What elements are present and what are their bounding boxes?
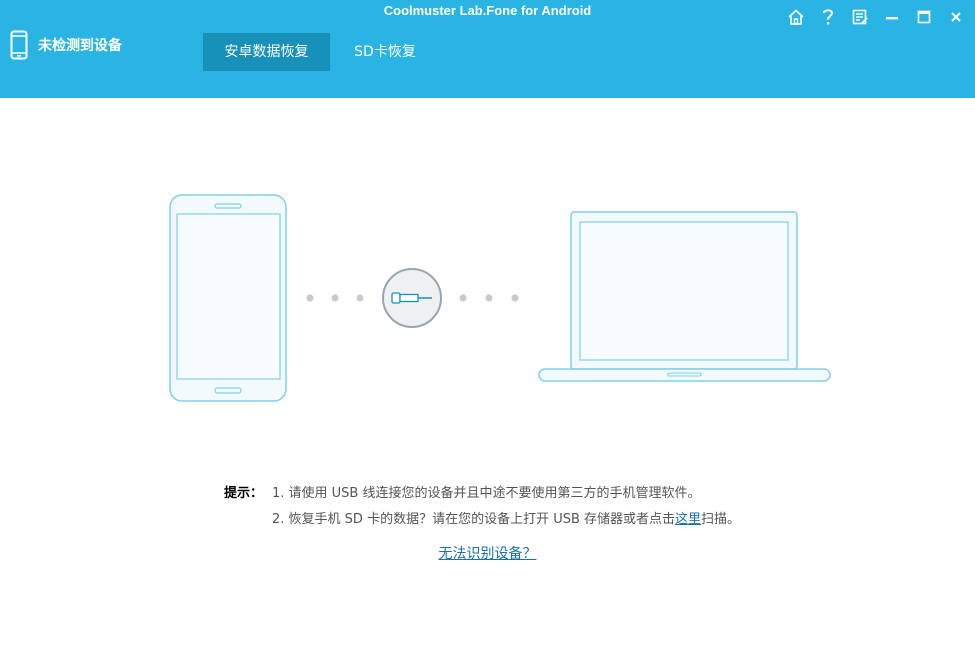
phone-icon	[10, 30, 28, 60]
title-bar: Coolmuster Lab.Fone for Android 未检测到设备 安…	[0, 0, 975, 98]
tips-label: 提示：	[224, 486, 264, 501]
window-controls	[775, 6, 967, 28]
device-status: 未检测到设备	[10, 30, 122, 60]
cannot-detect-device-link[interactable]: 无法识别设备？	[439, 546, 537, 562]
tab-sd-card-recovery[interactable]: SD卡恢复	[340, 33, 430, 71]
feedback-icon[interactable]	[849, 6, 871, 28]
connection-dots-left	[306, 294, 364, 302]
tip-line-2: 2. 恢复手机 SD 卡的数据？请在您的设备上打开 USB 存储器或者点击这里扫…	[272, 508, 740, 527]
close-icon[interactable]	[945, 6, 967, 28]
laptop-illustration	[538, 211, 831, 382]
maximize-icon[interactable]	[913, 6, 935, 28]
home-icon[interactable]	[785, 6, 807, 28]
tip-line-1: 1. 请使用 USB 线连接您的设备并且中途不要使用第三方的手机管理软件。	[272, 486, 701, 501]
tab-android-recovery[interactable]: 安卓数据恢复	[203, 33, 330, 71]
usb-cable-icon	[382, 268, 442, 328]
phone-illustration	[169, 194, 287, 402]
help-icon[interactable]	[817, 6, 839, 28]
minimize-icon[interactable]	[881, 6, 903, 28]
device-status-label: 未检测到设备	[38, 38, 122, 54]
connection-dots-right	[459, 294, 519, 302]
scan-here-link[interactable]: 这里	[675, 512, 701, 527]
tip-line-2-suffix: 扫描。	[701, 512, 741, 527]
cannot-detect-section: 无法识别设备？	[0, 543, 975, 563]
tip-line-2-prefix: 2. 恢复手机 SD 卡的数据？请在您的设备上打开 USB 存储器或者点击	[272, 512, 676, 527]
